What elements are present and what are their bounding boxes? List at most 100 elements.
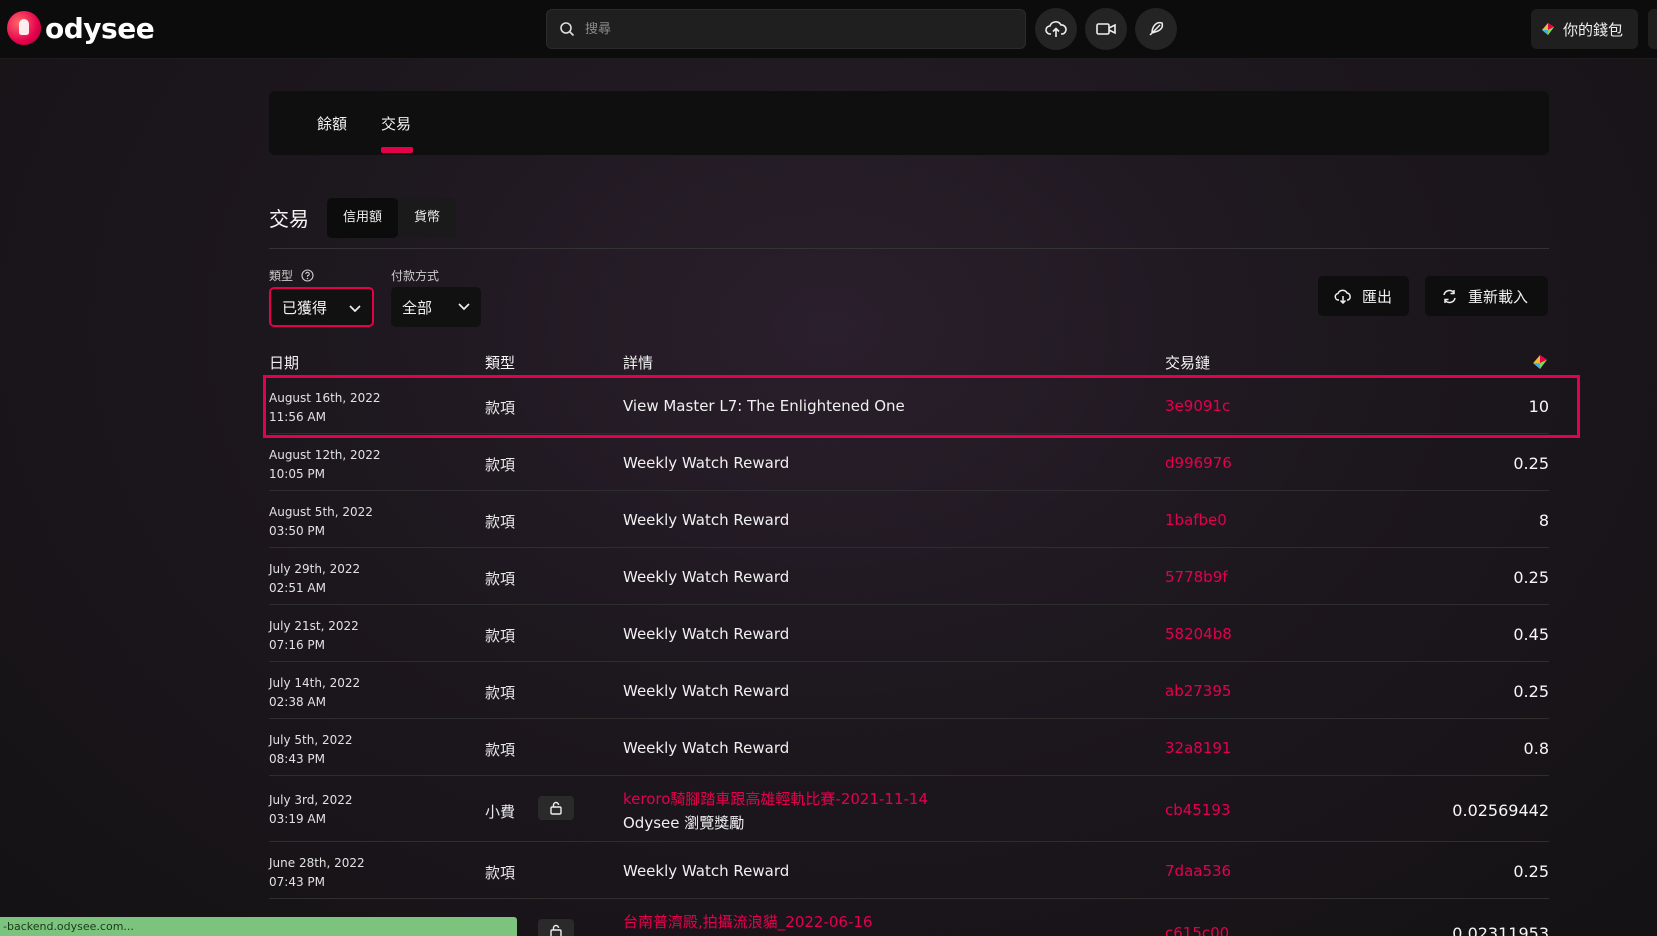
type-filter-value: 已獲得 xyxy=(282,298,328,317)
table-row: August 16th, 2022 11:56 AM 款項 View Maste… xyxy=(269,377,1549,434)
row-amount: 0.25 xyxy=(1513,862,1549,881)
row-amount: 0.25 xyxy=(1513,454,1549,473)
logo-text: odysee xyxy=(45,11,155,45)
row-time: 07:43 PM xyxy=(269,875,325,889)
row-txid-link[interactable]: c615c00 xyxy=(1165,924,1229,936)
row-txid-link[interactable]: 5778b9f xyxy=(1165,568,1228,586)
payment-filter-label: 付款方式 xyxy=(391,269,440,283)
feather-pen-icon xyxy=(1149,21,1164,36)
browser-status-bar: -backend.odysee.com... xyxy=(0,917,517,936)
row-type: 款項 xyxy=(485,627,516,645)
unlock-tip-button[interactable] xyxy=(538,796,574,820)
row-date: July 29th, 2022 xyxy=(269,562,361,576)
table-row: July 5th, 2022 08:43 PM 款項 Weekly Watch … xyxy=(269,719,1549,776)
row-detail-link[interactable]: 台南普濟殿,拍攝流浪貓_2022-06-16 xyxy=(623,911,872,932)
cloud-download-icon xyxy=(1334,289,1351,304)
row-type: 款項 xyxy=(485,570,516,588)
row-detail: Weekly Watch Reward xyxy=(623,739,790,757)
payment-filter-select[interactable]: 全部 xyxy=(391,287,481,327)
row-detail: Weekly Watch Reward xyxy=(623,454,790,472)
row-amount: 0.02311953 xyxy=(1452,924,1549,936)
cloud-upload-icon xyxy=(1045,21,1067,37)
row-time: 08:43 PM xyxy=(269,752,325,766)
row-detail: Weekly Watch Reward xyxy=(623,682,790,700)
column-header-date: 日期 xyxy=(269,354,300,372)
search-input[interactable] xyxy=(585,21,1005,37)
wallet-tabs: 餘額 交易 xyxy=(269,91,1549,155)
account-menu-button[interactable] xyxy=(1648,9,1657,49)
active-tab-indicator xyxy=(381,147,413,153)
row-type: 款項 xyxy=(485,684,516,702)
row-amount: 8 xyxy=(1538,511,1549,530)
chevron-down-icon xyxy=(349,305,361,313)
row-txid-link[interactable]: ab27395 xyxy=(1165,682,1231,700)
unlock-tip-button[interactable] xyxy=(538,919,574,936)
currency-segment: 信用額 貨幣 xyxy=(327,198,457,238)
row-type: 款項 xyxy=(485,741,516,759)
row-date: August 12th, 2022 xyxy=(269,448,381,462)
odysee-logo-icon xyxy=(7,11,41,45)
refresh-icon xyxy=(1443,289,1456,303)
row-time: 03:19 AM xyxy=(269,812,326,826)
row-type: 款項 xyxy=(485,864,516,882)
row-time: 10:05 PM xyxy=(269,467,325,481)
row-date: July 21st, 2022 xyxy=(269,619,359,633)
reload-button[interactable]: 重新載入 xyxy=(1425,276,1548,316)
table-row: July 21st, 2022 07:16 PM 款項 Weekly Watch… xyxy=(269,605,1549,662)
section-title: 交易 xyxy=(269,207,309,231)
segment-currency[interactable]: 貨幣 xyxy=(398,198,456,238)
tab-transactions[interactable]: 交易 xyxy=(381,113,411,134)
row-type: 小費 xyxy=(485,803,516,821)
search-bar[interactable] xyxy=(546,9,1026,49)
row-time: 03:50 PM xyxy=(269,524,325,538)
go-live-button[interactable] xyxy=(1085,8,1127,50)
row-txid-link[interactable]: d996976 xyxy=(1165,454,1232,472)
type-filter-select[interactable]: 已獲得 xyxy=(269,287,374,327)
row-detail: Weekly Watch Reward xyxy=(623,511,790,529)
row-type: 款項 xyxy=(485,513,516,531)
row-txid-link[interactable]: 32a8191 xyxy=(1165,739,1231,757)
lbc-credits-icon xyxy=(1542,23,1554,35)
row-type: 款項 xyxy=(485,399,516,417)
row-txid-link[interactable]: 58204b8 xyxy=(1165,625,1232,643)
row-txid-link[interactable]: 1bafbe0 xyxy=(1165,511,1227,529)
row-txid-link[interactable]: 7daa536 xyxy=(1165,862,1231,880)
row-amount: 10 xyxy=(1528,397,1549,416)
publish-post-button[interactable] xyxy=(1135,8,1177,50)
table-row: August 5th, 2022 03:50 PM 款項 Weekly Watc… xyxy=(269,491,1549,548)
row-detail-link[interactable]: keroro騎腳踏車跟高雄輕軌比賽-2021-11-14 xyxy=(623,788,928,809)
row-detail: Odysee 瀏覽獎勵 xyxy=(623,814,745,832)
odysee-logo[interactable]: odysee xyxy=(7,10,155,46)
segment-credits[interactable]: 信用額 xyxy=(327,198,399,238)
lbc-credits-icon xyxy=(1533,355,1547,369)
chevron-down-icon xyxy=(458,303,470,311)
lock-open-icon xyxy=(550,924,562,936)
row-date: July 14th, 2022 xyxy=(269,676,361,690)
row-txid-link[interactable]: 3e9091c xyxy=(1165,397,1230,415)
table-row: July 29th, 2022 02:51 AM 款項 Weekly Watch… xyxy=(269,548,1549,605)
row-time: 02:38 AM xyxy=(269,695,326,709)
row-amount: 0.25 xyxy=(1513,682,1549,701)
lock-open-icon xyxy=(550,801,562,815)
reload-label: 重新載入 xyxy=(1468,287,1529,306)
export-button[interactable]: 匯出 xyxy=(1318,276,1409,316)
row-txid-link[interactable]: cb45193 xyxy=(1165,801,1231,819)
row-date: June 28th, 2022 xyxy=(269,856,365,870)
table-row: July 14th, 2022 02:38 AM 款項 Weekly Watch… xyxy=(269,662,1549,719)
row-time: 11:56 AM xyxy=(269,410,326,424)
wallet-button[interactable]: 你的錢包 xyxy=(1531,9,1638,49)
help-circle-icon[interactable] xyxy=(301,269,314,282)
row-amount: 0.25 xyxy=(1513,568,1549,587)
column-header-txid: 交易鏈 xyxy=(1165,354,1211,372)
section-divider xyxy=(269,248,1549,249)
top-header: odysee 你的錢包 xyxy=(0,0,1657,59)
row-detail: Weekly Watch Reward xyxy=(623,862,790,880)
type-filter-label: 類型 xyxy=(269,267,314,284)
row-date: July 3rd, 2022 xyxy=(269,793,353,807)
upload-button[interactable] xyxy=(1035,8,1077,50)
tab-balance[interactable]: 餘額 xyxy=(317,113,347,134)
payment-filter-value: 全部 xyxy=(402,298,433,317)
video-camera-icon xyxy=(1096,23,1116,35)
row-amount: 0.8 xyxy=(1523,739,1549,758)
row-amount: 0.45 xyxy=(1513,625,1549,644)
